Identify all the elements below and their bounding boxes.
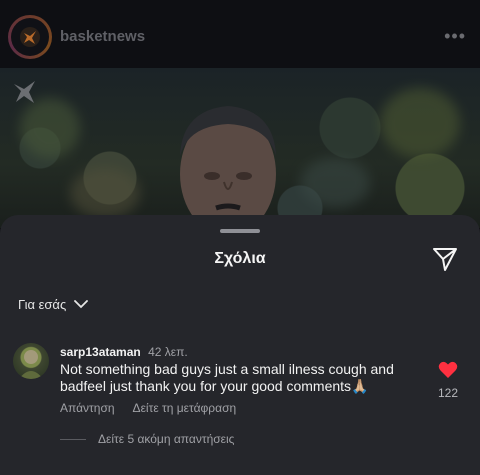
reply-button[interactable]: Απάντηση bbox=[60, 401, 115, 415]
post-header: basketnews ••• bbox=[0, 0, 480, 68]
reply-divider bbox=[60, 438, 86, 440]
view-more-replies-button[interactable]: Δείτε 5 ακόμη απαντήσεις bbox=[60, 432, 234, 446]
comment-actions: Απάντηση Δείτε τη μετάφραση bbox=[60, 401, 236, 415]
filter-label: Για εσάς bbox=[18, 297, 67, 312]
comment-time: 42 λεπ. bbox=[148, 345, 188, 359]
account-avatar[interactable] bbox=[8, 15, 52, 59]
chevron-down-icon bbox=[74, 297, 89, 312]
coach-photo bbox=[172, 96, 284, 228]
watermark-logo-icon bbox=[10, 76, 40, 111]
comment-text: Not something bad guys just a small ilne… bbox=[60, 361, 394, 394]
share-send-icon[interactable] bbox=[432, 246, 458, 277]
drag-handle[interactable] bbox=[220, 229, 260, 233]
comment-filter-dropdown[interactable]: Για εσάς bbox=[18, 297, 89, 312]
comment-header: sarp13ataman 42 λεπ. bbox=[60, 345, 188, 359]
basketnews-logo-icon bbox=[11, 18, 49, 56]
post-image bbox=[0, 68, 480, 228]
comments-sheet: Σχόλια Για εσάς sarp13ataman 42 λεπ. Not… bbox=[0, 215, 480, 475]
more-options-icon[interactable]: ••• bbox=[444, 27, 466, 45]
commenter-avatar[interactable] bbox=[13, 343, 49, 379]
like-count: 122 bbox=[437, 386, 458, 400]
sheet-title: Σχόλια bbox=[214, 250, 266, 267]
account-name[interactable]: basketnews bbox=[60, 28, 145, 45]
view-replies-label: Δείτε 5 ακόμη απαντήσεις bbox=[98, 432, 235, 446]
comment-username[interactable]: sarp13ataman bbox=[60, 345, 141, 359]
see-translation-button[interactable]: Δείτε τη μετάφραση bbox=[133, 401, 237, 415]
heart-icon[interactable] bbox=[438, 361, 458, 384]
